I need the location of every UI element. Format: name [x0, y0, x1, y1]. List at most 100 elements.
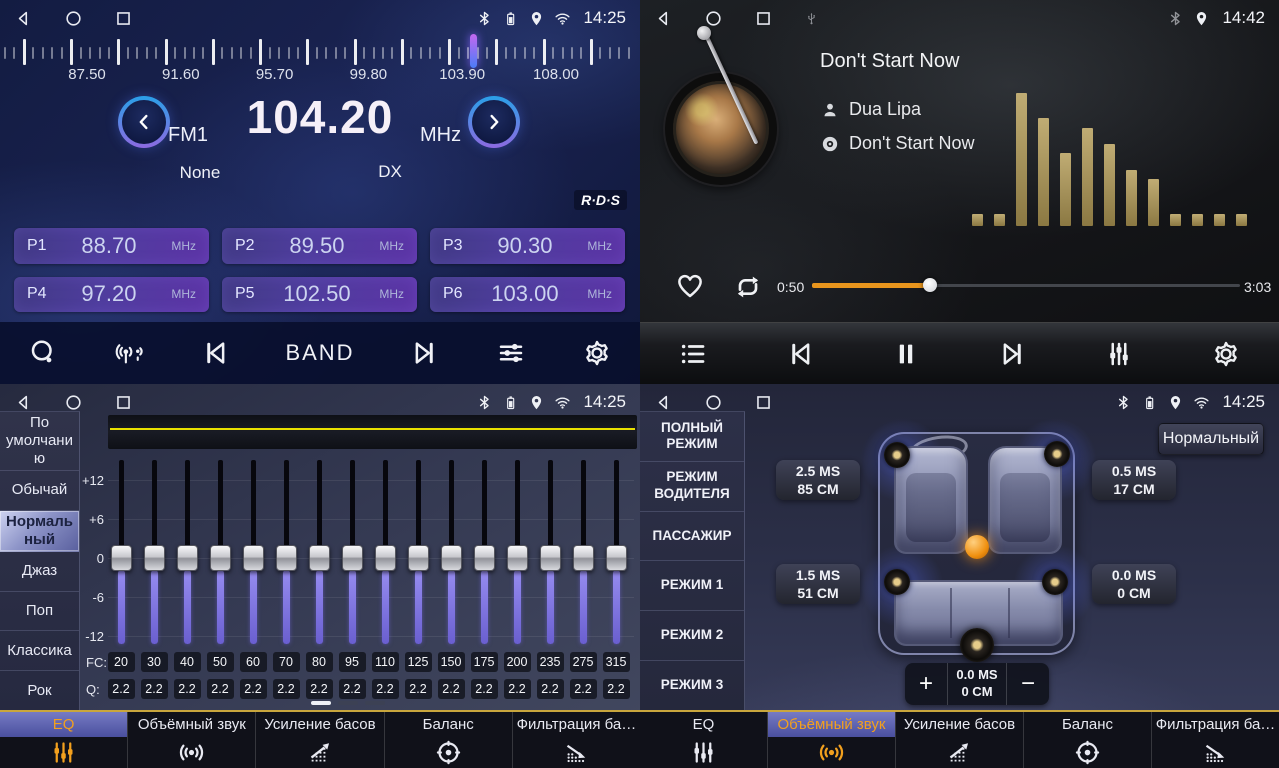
progress-knob[interactable] [923, 278, 937, 292]
eq-slider-thumb[interactable] [111, 545, 132, 571]
tuner-scale[interactable]: 87.5091.6095.7099.80103.90108.00 [0, 30, 640, 90]
eq-slider-thumb[interactable] [342, 545, 363, 571]
listening-mode-item[interactable]: ПАССАЖИР [640, 512, 744, 562]
home-icon[interactable] [64, 9, 83, 28]
listening-mode-item[interactable]: РЕЖИМ 2 [640, 611, 744, 661]
audio-tab[interactable]: Объёмный звук [128, 712, 256, 768]
equalizer-icon[interactable] [1104, 339, 1134, 369]
fc-value-box[interactable]: 20 [108, 652, 135, 672]
q-value-box[interactable]: 2.2 [570, 679, 597, 699]
q-value-box[interactable]: 2.2 [273, 679, 300, 699]
q-value-box[interactable]: 2.2 [603, 679, 630, 699]
rear-right-delay-badge[interactable]: 0.0 MS 0 CM [1092, 564, 1176, 604]
pager-dash[interactable] [311, 701, 331, 705]
fc-value-box[interactable]: 95 [339, 652, 366, 672]
q-value-box[interactable]: 2.2 [339, 679, 366, 699]
listening-mode-item[interactable]: РЕЖИМ ВОДИТЕЛЯ [640, 462, 744, 512]
profile-chip[interactable]: Нормальный [1158, 423, 1264, 455]
eq-band-slider[interactable] [471, 452, 498, 652]
eq-slider-thumb[interactable] [177, 545, 198, 571]
fc-value-box[interactable]: 60 [240, 652, 267, 672]
eq-band-slider[interactable] [174, 452, 201, 652]
q-value-box[interactable]: 2.2 [240, 679, 267, 699]
fc-value-box[interactable]: 315 [603, 652, 630, 672]
next-station-icon[interactable] [410, 338, 440, 368]
settings-gear-icon[interactable] [1211, 339, 1241, 369]
audio-tab[interactable]: Фильтрация ба… [1152, 712, 1279, 768]
audio-tab[interactable]: EQ [0, 712, 128, 768]
back-icon[interactable] [14, 9, 33, 28]
eq-slider-thumb[interactable] [573, 545, 594, 571]
scan-search-icon[interactable] [28, 338, 58, 368]
eq-slider-thumb[interactable] [474, 545, 495, 571]
q-value-box[interactable]: 2.2 [504, 679, 531, 699]
front-left-delay-badge[interactable]: 2.5 MS 85 CM [776, 460, 860, 500]
eq-slider-thumb[interactable] [507, 545, 528, 571]
back-icon[interactable] [654, 9, 673, 28]
front-right-delay-badge[interactable]: 0.5 MS 17 CM [1092, 460, 1176, 500]
fc-value-box[interactable]: 30 [141, 652, 168, 672]
fc-value-box[interactable]: 275 [570, 652, 597, 672]
repeat-icon[interactable] [732, 271, 764, 303]
q-value-box[interactable]: 2.2 [405, 679, 432, 699]
audio-tab[interactable]: Усиление басов [896, 712, 1024, 768]
eq-band-slider[interactable] [240, 452, 267, 652]
listening-mode-item[interactable]: РЕЖИМ 3 [640, 661, 744, 710]
q-value-box[interactable]: 2.2 [537, 679, 564, 699]
band-button[interactable]: BAND [285, 340, 354, 366]
q-value-box[interactable]: 2.2 [207, 679, 234, 699]
eq-band-slider[interactable] [108, 452, 135, 652]
fc-value-box[interactable]: 175 [471, 652, 498, 672]
progress-bar[interactable] [812, 284, 1240, 287]
audio-tab[interactable]: Объёмный звук [768, 712, 896, 768]
band-pager-dots[interactable] [311, 701, 385, 705]
eq-slider-thumb[interactable] [441, 545, 462, 571]
fc-value-box[interactable]: 235 [537, 652, 564, 672]
radio-preset-button[interactable]: P1 88.70 MHz [14, 228, 209, 264]
radio-preset-button[interactable]: P5 102.50 MHz [222, 277, 417, 313]
eq-band-slider[interactable] [537, 452, 564, 652]
eq-slider-thumb[interactable] [375, 545, 396, 571]
radio-preset-button[interactable]: P4 97.20 MHz [14, 277, 209, 313]
broadcast-icon[interactable] [114, 338, 144, 368]
eq-slider-thumb[interactable] [144, 545, 165, 571]
pager-dash[interactable] [338, 701, 358, 705]
q-value-box[interactable]: 2.2 [438, 679, 465, 699]
sound-focus-ball[interactable] [965, 535, 989, 559]
eq-slider-thumb[interactable] [210, 545, 231, 571]
fc-value-box[interactable]: 110 [372, 652, 399, 672]
settings-gear-icon[interactable] [582, 338, 612, 368]
seek-down-button[interactable] [118, 96, 170, 148]
eq-preset-item[interactable]: По умолчанию [0, 412, 79, 471]
eq-band-slider[interactable] [438, 452, 465, 652]
rear-left-delay-badge[interactable]: 1.5 MS 51 CM [776, 564, 860, 604]
q-value-box[interactable]: 2.2 [372, 679, 399, 699]
radio-preset-button[interactable]: P6 103.00 MHz [430, 277, 625, 313]
pager-dash[interactable] [365, 701, 385, 705]
increase-delay-button[interactable]: + [905, 663, 947, 705]
pause-icon[interactable] [891, 339, 921, 369]
home-icon[interactable] [64, 393, 83, 412]
favorite-heart-icon[interactable] [675, 271, 705, 301]
eq-slider-thumb[interactable] [408, 545, 429, 571]
fc-value-box[interactable]: 80 [306, 652, 333, 672]
listening-mode-item[interactable]: ПОЛНЫЙ РЕЖИМ [640, 412, 744, 462]
eq-slider-thumb[interactable] [606, 545, 627, 571]
playlist-icon[interactable] [678, 339, 708, 369]
fc-value-box[interactable]: 150 [438, 652, 465, 672]
next-track-icon[interactable] [998, 339, 1028, 369]
eq-band-slider[interactable] [141, 452, 168, 652]
radio-preset-button[interactable]: P2 89.50 MHz [222, 228, 417, 264]
recents-icon[interactable] [754, 393, 773, 412]
audio-tab[interactable]: Баланс [1024, 712, 1152, 768]
home-icon[interactable] [704, 393, 723, 412]
q-value-box[interactable]: 2.2 [471, 679, 498, 699]
audio-tab[interactable]: Баланс [385, 712, 513, 768]
seek-up-button[interactable] [468, 96, 520, 148]
recents-icon[interactable] [754, 9, 773, 28]
fc-value-box[interactable]: 70 [273, 652, 300, 672]
recents-icon[interactable] [114, 9, 133, 28]
eq-band-slider[interactable] [207, 452, 234, 652]
home-icon[interactable] [704, 9, 723, 28]
eq-band-slider[interactable] [372, 452, 399, 652]
